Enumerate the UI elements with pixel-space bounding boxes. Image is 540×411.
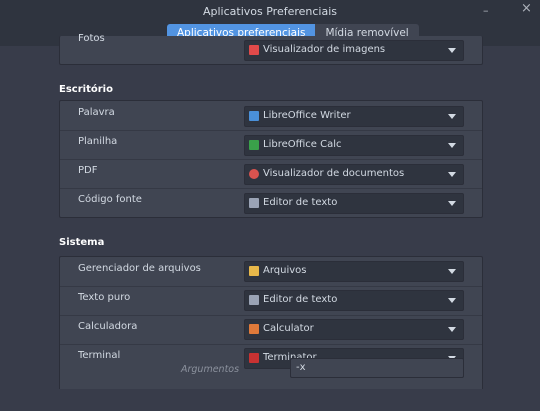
settings-row: Palavra LibreOffice Writer	[60, 101, 482, 131]
chevron-down-icon	[448, 201, 456, 206]
folder-icon	[249, 266, 259, 276]
combo-value: LibreOffice Writer	[263, 110, 351, 121]
calc-icon	[249, 140, 259, 150]
document-viewer-icon	[249, 169, 259, 179]
minimize-button[interactable]: –	[483, 5, 489, 17]
plain-text-combo[interactable]: Editor de texto	[244, 290, 464, 311]
chevron-down-icon	[448, 143, 456, 148]
pdf-combo[interactable]: Visualizador de documentos	[244, 164, 464, 185]
source-code-combo[interactable]: Editor de texto	[244, 193, 464, 214]
photos-combo[interactable]: Visualizador de imagens	[244, 40, 464, 61]
arguments-input[interactable]: -x	[290, 358, 464, 378]
text-editor-icon	[249, 295, 259, 305]
row-label: Texto puro	[78, 292, 131, 303]
office-card: Palavra LibreOffice Writer Planilha Libr…	[59, 100, 483, 218]
section-title-system: Sistema	[59, 237, 105, 248]
terminal-icon	[249, 353, 259, 363]
combo-value: Arquivos	[263, 265, 307, 276]
chevron-down-icon	[448, 172, 456, 177]
settings-row: Código fonte Editor de texto	[60, 188, 482, 217]
combo-value: Calculator	[263, 323, 314, 334]
settings-row: Gerenciador de arquivos Arquivos	[60, 257, 482, 287]
combo-value: Visualizador de imagens	[263, 44, 386, 55]
row-label: Fotos	[78, 33, 105, 44]
row-label: PDF	[78, 165, 98, 176]
close-button[interactable]: ×	[521, 2, 532, 15]
settings-row: PDF Visualizador de documentos	[60, 159, 482, 189]
image-viewer-icon	[249, 45, 259, 55]
chevron-down-icon	[448, 298, 456, 303]
file-manager-combo[interactable]: Arquivos	[244, 261, 464, 282]
row-label: Planilha	[78, 136, 118, 147]
combo-value: LibreOffice Calc	[263, 139, 342, 150]
settings-row: Planilha LibreOffice Calc	[60, 130, 482, 160]
chevron-down-icon	[448, 48, 456, 53]
calculator-combo[interactable]: Calculator	[244, 319, 464, 340]
spreadsheet-combo[interactable]: LibreOffice Calc	[244, 135, 464, 156]
combo-value: Visualizador de documentos	[263, 168, 405, 179]
content-area: Fotos Visualizador de imagens Escritório…	[0, 33, 540, 411]
writer-icon	[249, 111, 259, 121]
settings-row: Texto puro Editor de texto	[60, 286, 482, 316]
arguments-value: -x	[296, 362, 306, 373]
text-editor-icon	[249, 198, 259, 208]
settings-row: Fotos Visualizador de imagens	[60, 33, 482, 64]
combo-value: Editor de texto	[263, 197, 338, 208]
multimedia-card: Fotos Visualizador de imagens	[59, 33, 483, 65]
row-label: Gerenciador de arquivos	[78, 263, 201, 274]
chevron-down-icon	[448, 327, 456, 332]
row-label: Código fonte	[78, 194, 142, 205]
chevron-down-icon	[448, 269, 456, 274]
word-combo[interactable]: LibreOffice Writer	[244, 106, 464, 127]
combo-value: Editor de texto	[263, 294, 338, 305]
window-title: Aplicativos Preferenciais	[202, 5, 338, 18]
arguments-label: Argumentos	[181, 364, 240, 375]
chevron-down-icon	[448, 114, 456, 119]
section-title-office: Escritório	[59, 84, 113, 95]
calculator-icon	[249, 324, 259, 334]
settings-row: Calculadora Calculator	[60, 315, 482, 345]
row-label: Palavra	[78, 107, 115, 118]
row-label: Terminal	[78, 350, 121, 361]
bottom-padding	[0, 389, 540, 411]
row-label: Calculadora	[78, 321, 138, 332]
